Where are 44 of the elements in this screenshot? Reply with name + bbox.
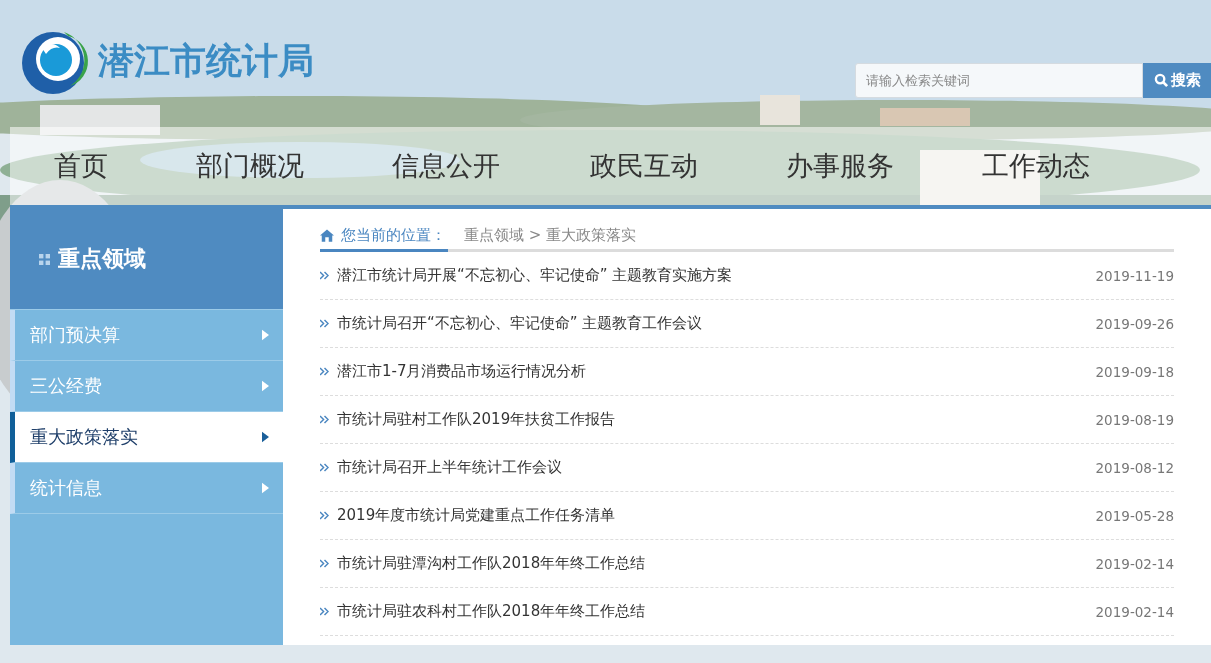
article-date: 2019-02-14 [1095, 603, 1174, 620]
article-link[interactable]: 市统计局驻村工作队2019年扶贫工作报告 [337, 410, 1088, 429]
article-date: 2019-09-18 [1095, 363, 1174, 380]
article-link[interactable]: 市统计局召开“不忘初心、牢记使命” 主题教育工作会议 [337, 314, 1088, 333]
article-date: 2019-08-19 [1095, 411, 1174, 428]
triangle-icon [262, 380, 269, 392]
article-date: 2019-09-26 [1095, 315, 1174, 332]
article-link[interactable]: 市统计局召开上半年统计工作会议 [337, 458, 1088, 477]
sidebar-item[interactable]: 重大政策落实 [10, 412, 283, 463]
article-link[interactable]: 市统计局驻农科村工作队2018年年终工作总结 [337, 602, 1088, 621]
chevron-icon [320, 415, 329, 424]
nav-link[interactable]: 工作动态 [982, 148, 1090, 184]
article-link[interactable]: 潜江市统计局开展“不忘初心、牢记使命” 主题教育实施方案 [337, 266, 1088, 285]
triangle-icon [262, 482, 269, 494]
nav-link[interactable]: 办事服务 [786, 148, 894, 184]
article-date: 2019-08-12 [1095, 459, 1174, 476]
home-icon [320, 229, 334, 242]
sidebar-title: 重点领域 [58, 245, 146, 273]
article-link[interactable]: 潜江市1-7月消费品市场运行情况分析 [337, 362, 1088, 381]
nav-link[interactable]: 信息公开 [392, 148, 500, 184]
search-icon [1153, 73, 1169, 88]
chevron-icon [320, 367, 329, 376]
site-title: 潜江市统计局 [98, 37, 314, 83]
chevron-icon [320, 559, 329, 568]
article-date: 2019-11-19 [1095, 267, 1174, 284]
nav-link[interactable]: 政民互动 [590, 148, 698, 184]
article-date: 2019-05-28 [1095, 507, 1174, 524]
chevron-icon [320, 463, 329, 472]
chevron-icon [320, 607, 329, 616]
article-link[interactable]: 2019年度市统计局党建重点工作任务清单 [337, 506, 1088, 525]
grid-icon [39, 253, 50, 265]
breadcrumb-label: 您当前的位置： [341, 226, 446, 245]
search-button[interactable]: 搜索 [1143, 63, 1211, 98]
chevron-icon [320, 511, 329, 520]
chevron-icon [320, 319, 329, 328]
article-link[interactable]: 市统计局驻潭沟村工作队2018年年终工作总结 [337, 554, 1088, 573]
breadcrumb-path: 重点领域 > 重大政策落实 [464, 226, 637, 246]
chevron-icon [320, 271, 329, 280]
nav-link[interactable]: 部门概况 [196, 148, 304, 184]
nav-link[interactable]: 首页 [54, 148, 108, 184]
search-field[interactable]: 请输入检索关键词 [855, 63, 1143, 98]
triangle-icon [262, 431, 269, 443]
triangle-icon [262, 329, 269, 341]
article-date: 2019-02-14 [1095, 555, 1174, 572]
